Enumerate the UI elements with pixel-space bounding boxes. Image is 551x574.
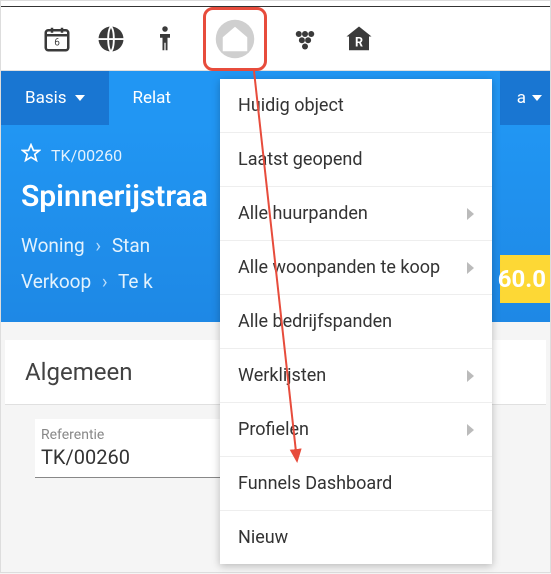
tab-label: Relat (133, 88, 171, 108)
star-outline-icon[interactable] (21, 143, 41, 167)
menu-item[interactable]: Alle bedrijfspanden (220, 295, 492, 349)
menu-item-label: Funnels Dashboard (238, 473, 392, 494)
menu-item[interactable]: Profielen (220, 403, 492, 457)
menu-item-label: Alle huurpanden (238, 203, 368, 224)
chevron-right-icon: › (102, 270, 108, 293)
field-label: Referentie (41, 427, 235, 443)
chevron-right-icon (467, 424, 474, 436)
home-dropdown-menu: Huidig object Laatst geopend Alle huurpand… (220, 79, 492, 564)
chevron-right-icon (467, 262, 474, 274)
field-value: TK/00260 (41, 445, 235, 469)
menu-item-label: Profielen (238, 419, 309, 440)
menu-item-label: Alle woonpanden te koop (238, 257, 440, 278)
modules-icon[interactable] (289, 23, 321, 55)
menu-item[interactable]: Alle huurpanden (220, 187, 492, 241)
chevron-right-icon (467, 370, 474, 382)
crumb-item: Stan (112, 234, 150, 257)
home-icon-highlighted[interactable] (203, 7, 267, 71)
menu-item[interactable]: Laatst geopend (220, 133, 492, 187)
tab-label: a (517, 88, 526, 108)
chevron-right-icon (467, 208, 474, 220)
menu-item-label: Werklijsten (238, 365, 326, 386)
person-icon[interactable] (149, 23, 181, 55)
menu-item[interactable]: Huidig object (220, 79, 492, 133)
menu-item-label: Huidig object (238, 95, 344, 116)
crumb-item: Woning (21, 234, 85, 257)
chevron-down-icon (532, 95, 542, 101)
menu-item[interactable]: Alle woonpanden te koop (220, 241, 492, 295)
r-house-icon[interactable]: R (343, 23, 375, 55)
svg-text:R: R (355, 35, 363, 50)
menu-item-label: Laatst geopend (238, 149, 362, 170)
price-badge-fragment: 60.0 (500, 255, 550, 303)
menu-item-label: Nieuw (238, 527, 288, 548)
tab-label: Basis (25, 88, 67, 108)
globe-icon[interactable] (95, 23, 127, 55)
chevron-right-icon: › (95, 234, 101, 257)
tab-right-fragment[interactable]: a (500, 71, 550, 125)
menu-item-label: Alle bedrijfspanden (238, 311, 392, 332)
crumb-item: Verkoop (21, 270, 91, 293)
reference-field[interactable]: Referentie TK/00260 (35, 419, 235, 478)
crumb-item: Te k (118, 270, 153, 293)
record-reference: TK/00260 (51, 146, 122, 165)
menu-item[interactable]: Nieuw (220, 511, 492, 564)
menu-item[interactable]: Werklijsten (220, 349, 492, 403)
tab-basis[interactable]: Basis (1, 71, 109, 125)
menu-item[interactable]: Funnels Dashboard (220, 457, 492, 511)
calendar-icon[interactable]: 6 (41, 23, 73, 55)
icon-toolbar: 6 R (1, 7, 550, 71)
tab-relations[interactable]: Relat (109, 71, 195, 125)
svg-text:6: 6 (54, 37, 60, 48)
chevron-down-icon (75, 95, 85, 101)
